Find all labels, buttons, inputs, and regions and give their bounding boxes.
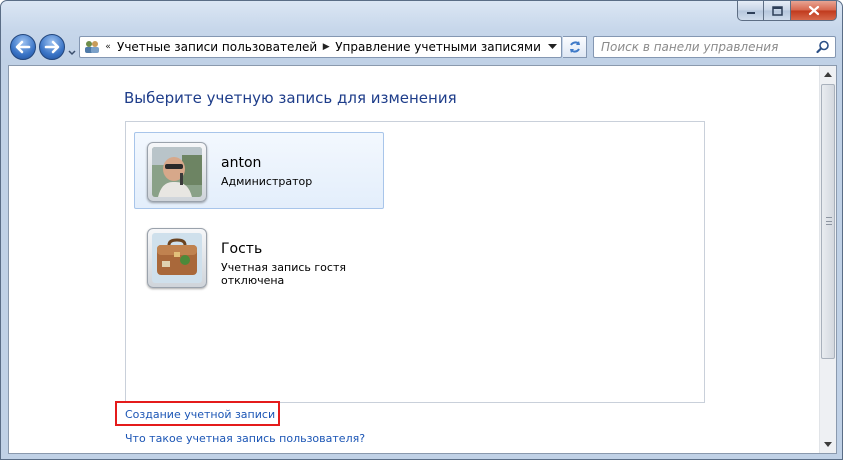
forward-arrow-icon [44,40,60,54]
user-photo-avatar [152,147,202,197]
account-role: Администратор [221,175,313,188]
scroll-up-icon [824,72,832,77]
scroll-down-icon [824,442,832,447]
refresh-button[interactable] [563,36,587,58]
breadcrumb-separator-icon[interactable]: ▶ [320,42,332,52]
breadcrumb-user-accounts[interactable]: Учетные записи пользователей [114,40,320,54]
caption-buttons [737,1,837,21]
account-name: Гость [221,241,263,257]
breadcrumb-overflow[interactable]: « [102,42,114,52]
dropdown-arrow-icon [547,44,557,49]
briefcase-avatar [152,233,202,283]
search-input[interactable]: Поиск в панели управления [593,36,836,58]
maximize-icon [771,5,783,16]
account-role: Учетная запись гостя отключена [221,261,346,287]
account-tile-guest[interactable]: Гость Учетная запись гостя отключена [134,218,384,295]
control-panel-users-icon [82,38,102,56]
back-button[interactable] [10,34,36,60]
recent-pages-button[interactable] [67,43,77,56]
refresh-icon [569,41,580,53]
window: « Учетные записи пользователей ▶ Управле… [0,0,843,460]
what-is-account-link[interactable]: Что такое учетная запись пользователя? [125,432,365,445]
scroll-down-button[interactable] [820,436,836,453]
create-account-link[interactable]: Создание учетной записи [125,408,275,421]
avatar [147,228,207,288]
close-button[interactable] [791,1,837,21]
minimize-button[interactable] [737,1,764,21]
account-tile-anton[interactable]: anton Администратор [134,132,384,209]
scrollbar-grip [826,217,832,225]
avatar [147,142,207,202]
chevron-down-icon [68,50,76,56]
close-icon [808,5,819,16]
content-pane: Выберите учетную запись для изменения an… [8,65,837,454]
scroll-up-button[interactable] [820,66,836,83]
address-dropdown-button[interactable] [543,37,561,57]
minimize-icon [746,11,755,14]
search-icon[interactable] [816,40,830,57]
search-placeholder: Поиск в панели управления [601,40,779,54]
maximize-button[interactable] [764,1,791,21]
page-title: Выберите учетную запись для изменения [124,89,457,107]
account-name: anton [221,155,262,171]
forward-button[interactable] [39,34,65,60]
breadcrumb-manage-accounts[interactable]: Управление учетными записями [332,40,544,54]
scrollbar-thumb[interactable] [821,84,835,359]
navigation-bar: « Учетные записи пользователей ▶ Управле… [1,31,842,63]
vertical-scrollbar[interactable] [819,66,836,453]
back-arrow-icon [15,40,31,54]
accounts-list: anton Администратор Гость Учетная запись… [125,121,705,403]
address-bar[interactable]: « Учетные записи пользователей ▶ Управле… [79,36,562,58]
